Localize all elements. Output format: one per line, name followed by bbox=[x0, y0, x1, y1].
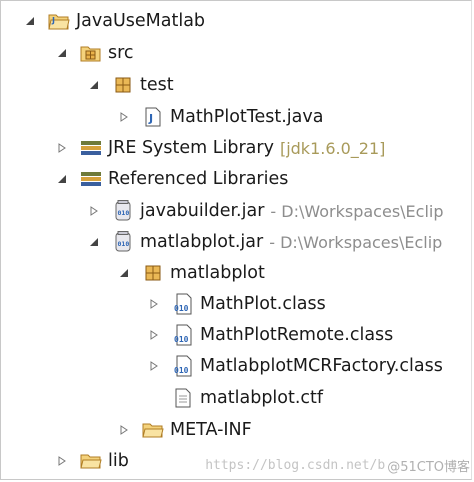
package-icon bbox=[142, 262, 164, 284]
collapse-arrow-icon[interactable] bbox=[54, 171, 70, 187]
library-icon bbox=[80, 137, 102, 159]
referenced-libraries-label: Referenced Libraries bbox=[108, 169, 289, 189]
tree-row-jar-matlabplot[interactable]: 010 matlabplot.jar - D:\Workspaces\Eclip bbox=[86, 227, 442, 257]
collapse-arrow-icon[interactable] bbox=[54, 45, 70, 61]
tree-row-ctf-file[interactable]: matlabplot.ctf bbox=[172, 383, 323, 413]
jre-version-decoration: [jdk1.6.0_21] bbox=[279, 138, 386, 158]
src-label: src bbox=[108, 43, 134, 63]
tree-row-src[interactable]: src bbox=[54, 38, 134, 68]
collapse-arrow-icon[interactable] bbox=[116, 265, 132, 281]
tree-row-java-file[interactable]: J MathPlotTest.java bbox=[116, 102, 323, 132]
library-icon bbox=[80, 168, 102, 190]
svg-text:010: 010 bbox=[118, 209, 130, 217]
class-file-icon: 010 bbox=[172, 324, 194, 346]
tree-row-package-matlabplot[interactable]: matlabplot bbox=[116, 258, 265, 288]
collapse-arrow-icon[interactable] bbox=[86, 77, 102, 93]
class-file-icon: 010 bbox=[172, 293, 194, 315]
svg-text:010: 010 bbox=[174, 335, 189, 344]
watermark: https://blog.csdn.net/b @51CTO博客 bbox=[205, 452, 470, 478]
expand-arrow-icon[interactable] bbox=[116, 422, 132, 438]
tree-row-class-file[interactable]: 010 MathPlot.class bbox=[146, 289, 326, 319]
java-project-icon: J bbox=[48, 10, 70, 32]
svg-text:J: J bbox=[51, 16, 55, 25]
text-file-icon bbox=[172, 387, 194, 409]
collapse-arrow-icon[interactable] bbox=[86, 234, 102, 250]
expand-arrow-icon[interactable] bbox=[54, 140, 70, 156]
watermark-badge: @51CTO博客 bbox=[387, 459, 470, 475]
source-folder-icon bbox=[80, 42, 102, 64]
tree-row-lib[interactable]: lib bbox=[54, 446, 129, 476]
tree-row-class-file[interactable]: 010 MathPlotRemote.class bbox=[146, 320, 393, 350]
tree-row-jre[interactable]: JRE System Library [jdk1.6.0_21] bbox=[54, 133, 385, 163]
expand-arrow-icon[interactable] bbox=[146, 358, 162, 374]
jar-icon: 010 bbox=[112, 231, 134, 253]
expand-arrow-icon[interactable] bbox=[86, 203, 102, 219]
jar-path-decoration: - D:\Workspaces\Eclip bbox=[269, 232, 443, 252]
tree-row-jar-javabuilder[interactable]: 010 javabuilder.jar - D:\Workspaces\Ecli… bbox=[86, 196, 444, 226]
tree-row-class-file[interactable]: 010 MatlabplotMCRFactory.class bbox=[146, 351, 443, 381]
folder-label: META-INF bbox=[170, 420, 252, 440]
project-label: JavaUseMatlab bbox=[76, 11, 206, 31]
ctf-file-label: matlabplot.ctf bbox=[200, 388, 324, 408]
package-label: matlabplot bbox=[170, 263, 265, 283]
class-file-label: MathPlot.class bbox=[200, 294, 326, 314]
jar-label: javabuilder.jar bbox=[140, 201, 265, 221]
folder-icon bbox=[80, 450, 102, 472]
package-icon bbox=[112, 74, 134, 96]
expand-arrow-icon[interactable] bbox=[116, 109, 132, 125]
svg-text:010: 010 bbox=[174, 304, 189, 313]
watermark-url: https://blog.csdn.net/b bbox=[205, 457, 386, 473]
package-label: test bbox=[140, 75, 174, 95]
svg-text:J: J bbox=[148, 112, 153, 125]
class-file-label: MatlabplotMCRFactory.class bbox=[200, 356, 443, 376]
tree-row-referenced-libraries[interactable]: Referenced Libraries bbox=[54, 164, 288, 194]
expand-arrow-icon[interactable] bbox=[146, 296, 162, 312]
tree-row-project[interactable]: J JavaUseMatlab bbox=[22, 6, 205, 36]
class-file-icon: 010 bbox=[172, 355, 194, 377]
expand-arrow-icon[interactable] bbox=[54, 453, 70, 469]
java-file-icon: J bbox=[142, 106, 164, 128]
jar-icon: 010 bbox=[112, 200, 134, 222]
svg-text:010: 010 bbox=[174, 366, 189, 375]
expand-arrow-icon[interactable] bbox=[146, 327, 162, 343]
jar-path-decoration: - D:\Workspaces\Eclip bbox=[270, 201, 444, 221]
tree-row-meta-inf[interactable]: META-INF bbox=[116, 415, 252, 445]
folder-label: lib bbox=[108, 451, 129, 471]
tree-row-package-test[interactable]: test bbox=[86, 70, 174, 100]
folder-icon bbox=[142, 419, 164, 441]
java-file-label: MathPlotTest.java bbox=[170, 107, 324, 127]
jar-label: matlabplot.jar bbox=[140, 232, 264, 252]
jre-label: JRE System Library bbox=[108, 138, 274, 158]
class-file-label: MathPlotRemote.class bbox=[200, 325, 394, 345]
svg-text:010: 010 bbox=[118, 240, 130, 248]
collapse-arrow-icon[interactable] bbox=[22, 13, 38, 29]
